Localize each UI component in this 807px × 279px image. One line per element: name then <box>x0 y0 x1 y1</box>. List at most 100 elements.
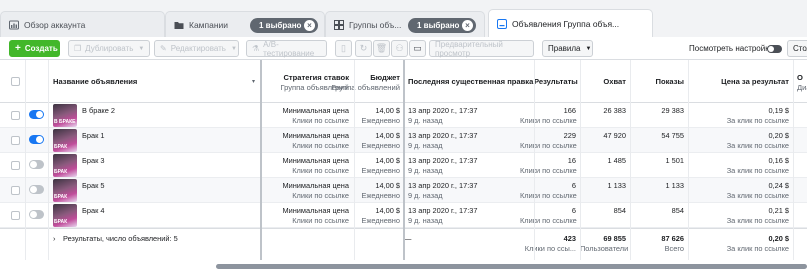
ads-table: Название объявления ▾ Стратегия ставок Г… <box>0 60 807 279</box>
col-last-edit[interactable]: Последняя существенная правка <box>408 77 533 87</box>
reach-cell: 47 920 <box>603 131 626 140</box>
row-checkbox[interactable] <box>11 186 20 195</box>
bid-strategy-cell: Минимальная цена Клики по ссылке <box>282 156 349 175</box>
ads-manager: Обзор аккаунта Кампании 1 выбрано × Груп… <box>0 0 807 279</box>
clear-selection-icon[interactable]: × <box>462 20 473 31</box>
last-edit-cell: 13 апр 2020 г., 17:37 9 д. назад <box>408 156 478 175</box>
col-budget[interactable]: Бюджет Группа объявлений <box>328 73 400 93</box>
create-button[interactable]: + Создать <box>9 40 60 57</box>
ad-name[interactable]: Брак 5 <box>82 181 104 191</box>
bid-strategy-cell: Минимальная цена Клики по ссылке <box>282 131 349 150</box>
impressions-cell: 54 755 <box>661 131 684 140</box>
ad-toggle[interactable] <box>29 210 44 219</box>
tab-ads[interactable]: Объявления Группа объя... <box>488 9 653 37</box>
col-name[interactable]: Название объявления <box>53 77 137 87</box>
impressions-cell: 854 <box>671 206 684 215</box>
ad-name[interactable]: Брак 1 <box>82 131 104 141</box>
tab-ad-sets[interactable]: Группы объ... 1 выбрано × <box>325 11 485 37</box>
col-reach[interactable]: Охват <box>580 77 626 87</box>
sort-icon[interactable]: ▾ <box>252 78 255 85</box>
summary-reach: 69 855 Пользователи <box>580 234 629 253</box>
tab-label: Обзор аккаунта <box>24 19 86 30</box>
flask-icon: ⚗ <box>252 44 260 53</box>
last-edit-cell: 13 апр 2020 г., 17:37 9 д. назад <box>408 106 478 125</box>
view-settings-toggle[interactable] <box>767 45 782 53</box>
summary-cost: 0,20 $ За клик по ссылке <box>726 234 789 253</box>
chevron-down-icon: ▼ <box>230 45 237 52</box>
ad-thumbnail[interactable]: БРАК <box>53 154 77 177</box>
ad-name[interactable]: В браке 2 <box>82 106 115 116</box>
reach-cell: 1 485 <box>607 156 627 165</box>
selected-badge[interactable]: 1 выбрано × <box>250 18 318 33</box>
ad-thumbnail[interactable]: В БРАКЕ <box>53 104 77 127</box>
plus-icon: + <box>15 43 21 54</box>
column-divider <box>630 60 631 260</box>
tab-campaigns[interactable]: Кампании 1 выбрано × <box>165 11 325 37</box>
impressions-cell: 29 383 <box>661 106 684 115</box>
columns-button[interactable]: Стол <box>787 40 807 57</box>
cost-cell: 0,21 $ За клик по ссылке <box>726 206 789 225</box>
ad-name[interactable]: Брак 3 <box>82 156 104 166</box>
selected-badge[interactable]: 1 выбрано × <box>408 18 476 33</box>
refresh-icon[interactable]: ↻ <box>355 40 372 57</box>
column-divider <box>534 60 535 260</box>
ad-icon <box>497 18 507 29</box>
row-checkbox[interactable] <box>11 211 20 220</box>
reach-cell: 26 383 <box>603 106 626 115</box>
row-checkbox[interactable] <box>11 136 20 145</box>
ab-test-button[interactable]: ⚗ A/B-тестирование <box>246 40 327 58</box>
results-cell: 229 Клики по ссылке <box>520 131 577 150</box>
chevron-down-icon: ▼ <box>585 45 592 52</box>
duplicate-button[interactable]: ❐ Дублировать ▼ <box>68 40 150 57</box>
preview-button[interactable]: Предварительный просмотр <box>429 40 534 58</box>
ad-toggle[interactable] <box>29 185 44 194</box>
ad-name[interactable]: Брак 4 <box>82 206 104 216</box>
rules-button[interactable]: Правила ▼ <box>542 40 593 57</box>
cost-cell: 0,16 $ За клик по ссылке <box>726 156 789 175</box>
impressions-cell: 1 133 <box>665 181 685 190</box>
ad-toggle[interactable] <box>29 160 44 169</box>
clear-selection-icon[interactable]: × <box>304 20 315 31</box>
summary-last-edit: — <box>404 234 412 243</box>
scrollbar-thumb[interactable] <box>216 264 807 269</box>
bid-strategy-cell: Минимальная цена Клики по ссылке <box>282 106 349 125</box>
ad-thumbnail[interactable]: БРАК <box>53 179 77 202</box>
col-next[interactable]: О Диа <box>797 73 807 93</box>
ad-toggle[interactable] <box>29 135 44 144</box>
tab-bar: Обзор аккаунта Кампании 1 выбрано × Груп… <box>0 0 807 37</box>
people-icon[interactable]: ⚇ <box>391 40 408 57</box>
ad-toggle[interactable] <box>29 110 44 119</box>
budget-cell: 14,00 $ Ежедневно <box>361 106 400 125</box>
archive-icon[interactable]: ▯ <box>335 40 352 57</box>
col-cost-per-result[interactable]: Цена за результат <box>690 77 789 87</box>
column-divider <box>354 60 355 260</box>
col-results[interactable]: Результаты <box>534 77 578 87</box>
ad-thumbnail[interactable]: БРАК <box>53 204 77 227</box>
reach-cell: 854 <box>613 206 626 215</box>
cost-cell: 0,20 $ За клик по ссылке <box>726 131 789 150</box>
tab-label: Кампании <box>189 19 229 30</box>
select-all-checkbox[interactable] <box>11 77 20 86</box>
col-impressions[interactable]: Показы <box>630 77 684 87</box>
budget-cell: 14,00 $ Ежедневно <box>361 156 400 175</box>
summary-label[interactable]: Результаты, число объявлений: 5 <box>63 234 178 244</box>
last-edit-cell: 13 апр 2020 г., 17:37 9 д. назад <box>408 181 478 200</box>
ad-thumbnail[interactable]: БРАК <box>53 129 77 152</box>
row-checkbox[interactable] <box>11 161 20 170</box>
results-cell: 6 Клики по ссылке <box>520 206 577 225</box>
edit-button[interactable]: ✎ Редактировать ▼ <box>154 40 239 57</box>
bid-strategy-cell: Минимальная цена Клики по ссылке <box>282 206 349 225</box>
summary-impressions: 87 626 Всего <box>661 234 684 253</box>
tab-label: Объявления Группа объя... <box>512 18 620 29</box>
column-divider <box>403 60 405 260</box>
cost-cell: 0,19 $ За клик по ссылке <box>726 106 789 125</box>
horizontal-scroll <box>0 260 807 279</box>
bid-strategy-cell: Минимальная цена Клики по ссылке <box>282 181 349 200</box>
expand-icon[interactable]: › <box>53 234 55 244</box>
tab-account-overview[interactable]: Обзор аккаунта <box>0 11 165 37</box>
last-edit-cell: 13 апр 2020 г., 17:37 9 д. назад <box>408 131 478 150</box>
trash-icon[interactable]: 🗑 <box>373 40 390 57</box>
comment-icon[interactable]: ▭ <box>409 40 426 57</box>
impressions-cell: 1 501 <box>665 156 685 165</box>
row-checkbox[interactable] <box>11 111 20 120</box>
